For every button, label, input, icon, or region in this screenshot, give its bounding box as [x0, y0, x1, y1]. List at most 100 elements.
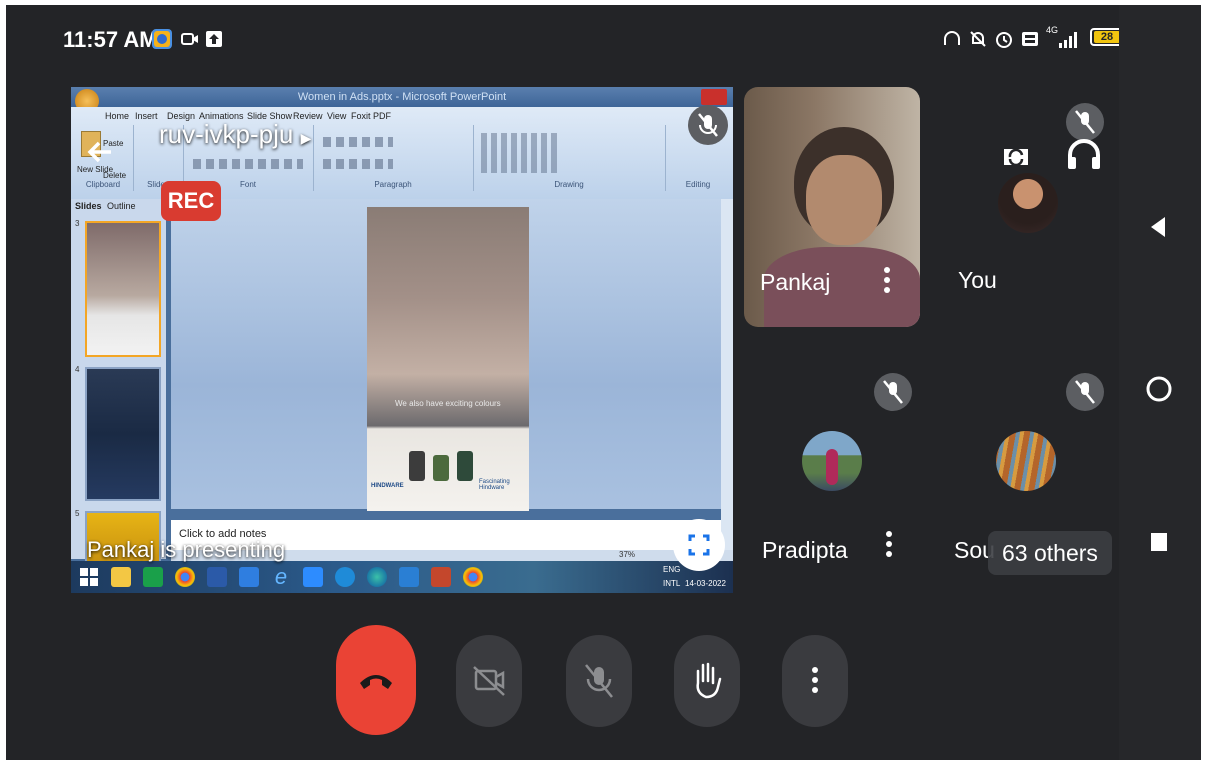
avatar-figure	[826, 449, 838, 485]
avatar	[998, 173, 1058, 233]
outline-tab[interactable]: Outline	[107, 201, 136, 211]
battery-level: 28	[1094, 31, 1120, 43]
participant-tile-others[interactable]: Sou 63 others	[936, 365, 1141, 585]
ribbon-tab: Home	[105, 111, 130, 121]
group-label: Editing	[685, 180, 711, 189]
android-nav-bar	[1119, 5, 1201, 760]
camera-off-button[interactable]	[456, 635, 522, 727]
back-arrow-icon[interactable]	[85, 137, 115, 176]
presenting-label: Pankaj is presenting	[87, 537, 286, 562]
presenter-mic-muted-icon	[688, 105, 728, 145]
avatar	[802, 431, 862, 491]
chrome-icon[interactable]	[463, 567, 483, 587]
dropbox-icon[interactable]	[239, 567, 259, 587]
others-count-badge[interactable]: 63 others	[988, 531, 1112, 575]
group-label: Drawing	[554, 180, 584, 189]
alarm-icon	[994, 29, 1014, 49]
slide-thumbnail[interactable]	[85, 367, 161, 501]
more-options-icon[interactable]	[884, 267, 890, 297]
raise-hand-button[interactable]	[674, 635, 740, 727]
more-vert-icon	[812, 667, 818, 697]
edge-icon[interactable]	[367, 567, 387, 587]
slide-thumbnail[interactable]	[85, 221, 161, 357]
participant-tile-pankaj[interactable]: Pankaj	[744, 87, 920, 327]
mic-off-button[interactable]	[566, 635, 632, 727]
ribbon-tab: Foxit PDF	[351, 111, 392, 121]
slide-caption: We also have exciting colours	[395, 399, 501, 408]
slide-number: 5	[75, 509, 80, 518]
slides-tab[interactable]: Slides	[75, 201, 102, 211]
taskbar-date: 14-03-2022	[685, 579, 726, 588]
video-notification-icon	[180, 29, 200, 49]
window-close-icon	[701, 89, 727, 105]
participant-name: Pradipta	[762, 537, 848, 563]
ie-icon[interactable]: e	[271, 566, 291, 588]
ad-tagline: Fascinating Hindware	[479, 479, 510, 491]
windows-start-icon[interactable]	[79, 567, 99, 587]
toilet-image	[457, 451, 473, 481]
volte-icon	[1020, 29, 1040, 49]
locale-indicator: INTL	[663, 579, 681, 588]
home-nav-icon[interactable]	[1145, 375, 1173, 408]
paragraph-tools	[323, 159, 393, 169]
meeting-code-text: ruv-ivkp-pju	[159, 119, 294, 149]
upload-icon	[204, 29, 224, 49]
app-notification-icon	[152, 29, 172, 49]
screen-share[interactable]: Women in Ads.pptx - Microsoft PowerPoint…	[71, 87, 733, 593]
avatar	[996, 431, 1056, 491]
vertical-scrollbar[interactable]	[721, 199, 733, 559]
zoom-icon[interactable]	[303, 567, 323, 587]
group-label: Paragraph	[374, 180, 412, 189]
toilet-image	[433, 455, 449, 481]
call-screen: 11:57 AM 4G 28 Women in Ads.pptx - Micro…	[6, 5, 1201, 760]
status-bar: 11:57 AM 4G 28	[6, 5, 1201, 75]
chrome-icon[interactable]	[175, 567, 195, 587]
participant-tile-pradipta[interactable]: Pradipta	[744, 365, 934, 585]
ribbon-tab: Insert	[135, 111, 158, 121]
recents-nav-icon[interactable]	[1151, 533, 1167, 551]
word-icon[interactable]	[207, 567, 227, 587]
headphones-icon[interactable]	[1064, 135, 1104, 180]
more-options-button[interactable]	[782, 635, 848, 727]
ribbon-group-paragraph: Paragraph	[313, 125, 474, 191]
meeting-code[interactable]: ruv-ivkp-pju ▶	[159, 119, 311, 150]
participant-face	[806, 155, 882, 245]
back-nav-icon[interactable]	[1147, 215, 1171, 244]
ppt-window-title: Women in Ads.pptx - Microsoft PowerPoint	[71, 87, 733, 107]
slides-pane: Slides Outline 3 4 5	[71, 199, 166, 563]
windows-taskbar: e ENG INTL 14-03-2022	[71, 561, 733, 593]
mute-notification-icon	[968, 29, 988, 49]
font-tools	[193, 159, 303, 169]
paragraph-tools	[323, 137, 393, 147]
slide-number: 3	[75, 219, 80, 228]
recording-badge: REC	[161, 181, 221, 221]
toilet-image	[409, 451, 425, 481]
store-icon[interactable]	[143, 567, 163, 587]
mic-muted-icon	[874, 373, 912, 411]
file-explorer-icon[interactable]	[111, 567, 131, 587]
participant-tile-you[interactable]: You	[936, 87, 1141, 327]
powerpoint-icon[interactable]	[431, 567, 451, 587]
slide-number: 4	[75, 365, 80, 374]
signal-icon	[1058, 29, 1078, 49]
headphone-status-icon	[942, 29, 962, 49]
shape-gallery	[481, 133, 561, 173]
slide-canvas[interactable]: We also have exciting colours HINDWARE F…	[171, 199, 721, 511]
skype-business-icon[interactable]	[399, 567, 419, 587]
zoom-level: 37%	[619, 550, 636, 559]
network-type: 4G	[1046, 25, 1059, 35]
status-time: 11:57 AM	[63, 27, 158, 52]
end-call-button[interactable]	[336, 625, 416, 735]
mic-muted-icon	[1066, 373, 1104, 411]
participant-name: Pankaj	[760, 269, 831, 295]
ribbon-tab: View	[327, 111, 347, 121]
participant-name: You	[958, 267, 997, 293]
ad-brand: HINDWARE	[371, 483, 404, 489]
skype-icon[interactable]	[335, 567, 355, 587]
ribbon-group-drawing: Drawing	[473, 125, 666, 191]
group-label: Clipboard	[85, 180, 121, 189]
fullscreen-button[interactable]	[673, 519, 725, 571]
slide-image: We also have exciting colours HINDWARE F…	[367, 207, 529, 511]
chevron-right-icon: ▶	[300, 130, 312, 146]
more-options-icon[interactable]	[886, 531, 892, 561]
